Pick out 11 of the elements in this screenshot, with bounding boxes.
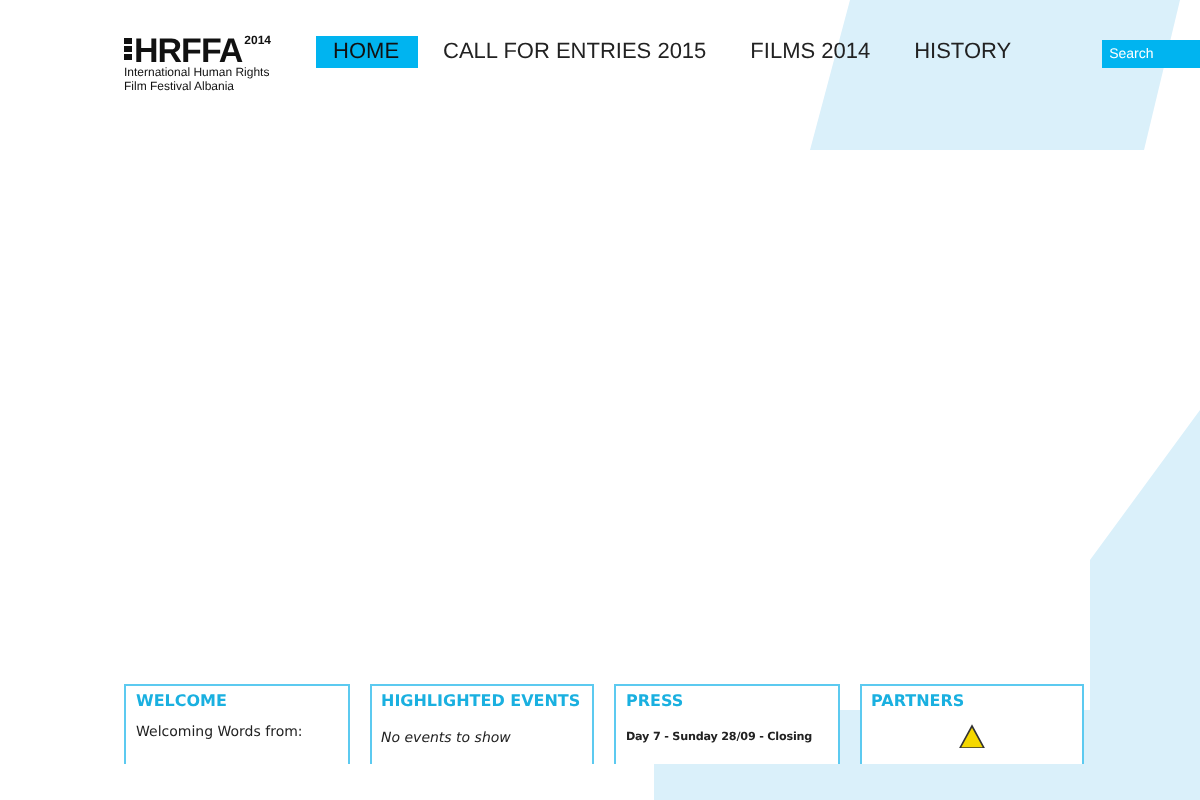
panel-title: PARTNERS (871, 692, 967, 712)
panel-title: PRESS (626, 692, 686, 712)
bars-icon (124, 36, 132, 62)
panel-title: HIGHLIGHTED EVENTS (381, 692, 582, 712)
nav-link[interactable]: HOME (315, 36, 418, 68)
panel-title: WELCOME (136, 692, 229, 712)
logo-title: HRFFA (134, 36, 243, 68)
warning-icon (957, 724, 986, 748)
nav-link[interactable]: FILMS 2014 (732, 36, 889, 68)
nav-link[interactable]: CALL FOR ENTRIES 2015 (425, 36, 725, 68)
nav-link[interactable]: HISTORY (896, 36, 1030, 68)
